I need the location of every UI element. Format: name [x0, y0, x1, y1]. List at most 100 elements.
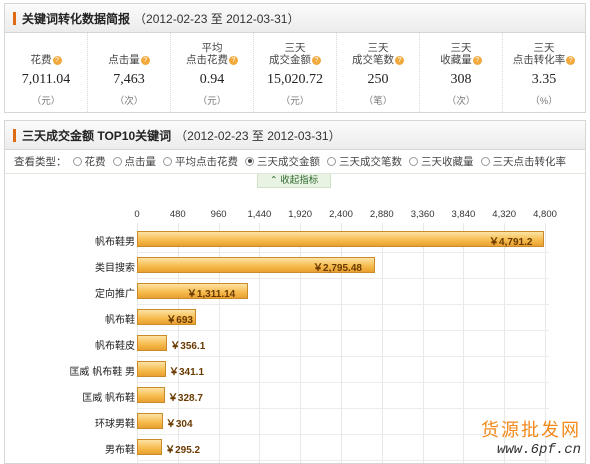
metric-label-text: 点击转化率 [512, 54, 566, 66]
category-label: 定向推广 [95, 289, 135, 300]
help-icon[interactable]: ? [229, 55, 238, 65]
view-type-option[interactable]: 三天成交笔数 [327, 154, 402, 169]
bar[interactable] [137, 387, 165, 403]
category-label: 男布鞋 [105, 445, 135, 456]
metric-label-text: 三天 [450, 42, 472, 54]
gridline [463, 223, 465, 463]
x-tick-label: 4,320 [492, 209, 517, 220]
help-icon[interactable]: ? [140, 55, 150, 65]
category-label: 匡威 帆布鞋 男 [69, 367, 135, 378]
view-type-option-label: 花费 [84, 155, 106, 168]
radio-button[interactable] [112, 156, 122, 166]
bar[interactable] [137, 439, 163, 455]
collapse-metrics-button[interactable]: ⌃ 收起指标 [257, 174, 331, 188]
metric-card: 三天 成交笔数? 250 （笔） [337, 33, 420, 112]
metric-label: 三天 成交金额? [254, 42, 336, 66]
view-type-option[interactable]: 三天点击转化率 [480, 154, 566, 169]
metric-label-text: 三天 [533, 42, 555, 54]
metric-value: 7,463 [113, 72, 145, 87]
x-tick-label: 3,840 [451, 209, 476, 220]
header-accent [13, 11, 16, 25]
gridline [381, 223, 383, 463]
category-label: 环球男鞋 [95, 419, 135, 430]
bar[interactable] [137, 231, 545, 247]
top10-title: 三天成交金额 TOP10关键词 [22, 128, 172, 143]
bar-value-label: ￥341.1 [168, 367, 205, 378]
row-divider [137, 356, 549, 357]
metric-label-text: 成交金额 [269, 54, 311, 66]
row-divider [137, 304, 549, 305]
bar-value-label: ￥304 [165, 419, 193, 430]
metric-label-text: 三天 [367, 42, 389, 54]
x-tick-label: 3,360 [410, 209, 435, 220]
x-tick-label: 1,920 [288, 209, 313, 220]
bar[interactable] [137, 335, 168, 351]
metric-label-text: 点击量 [108, 54, 140, 66]
bar-value-label: ￥356.1 [170, 341, 206, 352]
metric-value: 15,020.72 [267, 72, 323, 87]
metric-card: 花费? 7,011.04 （元） [5, 33, 88, 112]
metric-value: 7,011.04 [21, 72, 71, 87]
watermark-line2: www.6pf.cn [496, 442, 581, 458]
metric-label: 花费? [5, 54, 87, 66]
view-type-option-label: 三天成交金额 [257, 155, 320, 168]
metric-label-text: 平均 [201, 42, 223, 54]
row-divider [137, 278, 549, 279]
view-type-label: 查看类型： [14, 155, 67, 168]
view-type-option[interactable]: 花费 [72, 154, 106, 169]
summary-title: 关键词转化数据简报 [22, 11, 131, 26]
metric-unit: （次） [446, 96, 476, 107]
category-label: 帆布鞋 [105, 315, 135, 326]
summary-panel: 关键词转化数据简报 （2012-02-23 至 2012-03-31） 花费? 7… [4, 3, 586, 113]
metric-label: 三天 成交笔数? [337, 42, 419, 66]
bar[interactable] [137, 361, 166, 377]
view-type-option[interactable]: 平均点击花费 [163, 154, 238, 169]
bar-value-label: ￥2,795.48 [313, 263, 362, 274]
bar-value-label: ￥328.7 [167, 393, 203, 404]
radio-button[interactable] [245, 156, 254, 166]
category-label: 类目搜索 [95, 263, 135, 274]
metric-card: 平均 点击花费? 0.94 （元） [171, 33, 254, 112]
view-type-option-label: 三天成交笔数 [339, 155, 402, 168]
radio-button[interactable] [72, 156, 82, 166]
bar[interactable] [137, 413, 163, 429]
bar-value-label: ￥1,311.14 [186, 289, 236, 300]
view-type-filter: 查看类型： 花费 点击量 平均点击花费 三天成交金额 三天成交笔数 三天收藏量 三天点击转化… [5, 150, 585, 172]
help-icon[interactable]: ? [566, 55, 576, 65]
help-icon[interactable]: ? [312, 55, 321, 65]
watermark: 货源批发网 www.6pf.cn [481, 416, 581, 458]
category-label: 匡威 帆布鞋 [82, 393, 135, 404]
metric-value: 3.35 [531, 72, 557, 87]
metric-value: 308 [450, 72, 472, 87]
view-type-option[interactable]: 三天成交金额 [245, 154, 320, 169]
view-type-option-label: 三天收藏量 [421, 155, 474, 168]
radio-button[interactable] [409, 156, 418, 166]
metric-unit: （%） [530, 96, 558, 107]
help-icon[interactable]: ? [395, 55, 404, 65]
metric-label-text: 三天 [284, 42, 306, 54]
metric-unit: （笔） [363, 96, 393, 107]
view-type-option-label: 点击量 [124, 155, 157, 168]
category-label: 帆布鞋男 [95, 237, 135, 248]
help-icon[interactable]: ? [52, 55, 62, 65]
help-icon[interactable]: ? [472, 55, 482, 65]
metric-unit: （元） [280, 96, 310, 107]
metric-card: 三天 收藏量? 308 （次） [420, 33, 503, 112]
view-type-option[interactable]: 三天收藏量 [409, 154, 474, 169]
metric-card: 三天 成交金额? 15,020.72 （元） [254, 33, 337, 112]
radio-button[interactable] [163, 156, 172, 166]
metric-label: 平均 点击花费? [171, 42, 253, 66]
metric-card: 点击量? 7,463 （次） [88, 33, 171, 112]
metric-unit: （元） [197, 96, 227, 107]
x-tick-label: 2,880 [369, 209, 394, 220]
row-divider [137, 460, 549, 461]
metric-label: 三天 点击转化率? [503, 42, 585, 66]
row-divider [137, 382, 549, 383]
metric-label-text: 收藏量 [440, 54, 472, 66]
x-tick-label: 480 [169, 209, 186, 220]
top10-header: 三天成交金额 TOP10关键词 （2012-02-23 至 2012-03-31… [5, 121, 585, 150]
view-type-option[interactable]: 点击量 [112, 154, 157, 169]
radio-button[interactable] [327, 156, 336, 166]
row-divider [137, 252, 549, 253]
radio-button[interactable] [480, 156, 490, 166]
